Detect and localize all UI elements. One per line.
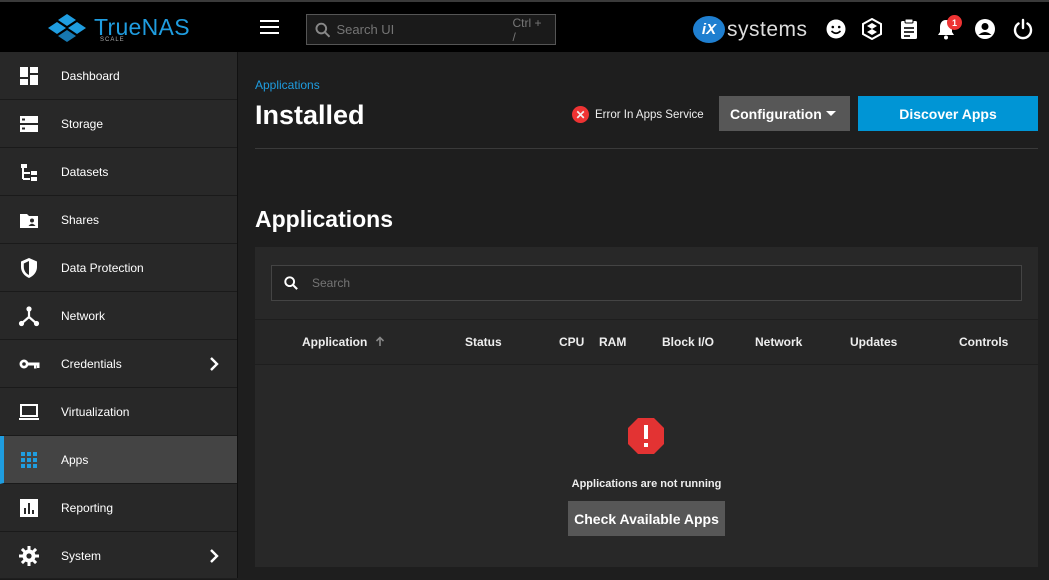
check-available-apps-button[interactable]: Check Available Apps: [568, 501, 725, 536]
page-title: Installed: [255, 100, 365, 130]
power-icon[interactable]: [1012, 18, 1034, 40]
breadcrumb[interactable]: Applications: [255, 78, 320, 92]
sort-arrow-up-icon: [375, 336, 384, 346]
column-header-network[interactable]: Network: [755, 335, 802, 349]
truecommand-icon[interactable]: [861, 18, 883, 40]
search-shortcut: Ctrl + /: [512, 15, 542, 44]
main-content: Applications Installed ✕ Error In Apps S…: [238, 52, 1049, 578]
sidebar-item-storage[interactable]: Storage: [0, 100, 237, 148]
gear-icon: [19, 545, 39, 566]
empty-state-message: Applications are not running: [571, 478, 722, 490]
truenas-logo-icon: [48, 14, 86, 42]
column-header-updates[interactable]: Updates: [850, 335, 897, 349]
column-header-controls[interactable]: Controls: [959, 335, 1008, 349]
sidebar: Dashboard Storage Datasets Shares Data P…: [0, 52, 238, 580]
ix-wordmark: systems: [727, 17, 808, 41]
sidebar-item-credentials[interactable]: Credentials: [0, 340, 237, 388]
sidebar-item-data-protection[interactable]: Data Protection: [0, 244, 237, 292]
dashboard-icon: [20, 66, 38, 85]
table-search[interactable]: [271, 265, 1022, 301]
error-octagon-icon: [628, 418, 664, 454]
global-search[interactable]: Ctrl + /: [306, 14, 556, 45]
sidebar-item-label: Shares: [61, 212, 100, 227]
tasks-clipboard-icon[interactable]: [898, 18, 920, 40]
sidebar-item-label: Virtualization: [61, 404, 130, 419]
configuration-label: Configuration: [730, 105, 822, 122]
logo-edition: SCALE: [100, 37, 125, 43]
feedback-icon[interactable]: [825, 18, 847, 40]
sidebar-item-label: Credentials: [61, 356, 122, 371]
ixsystems-logo[interactable]: iX systems: [693, 16, 808, 43]
datasets-icon: [21, 163, 37, 181]
column-label: Application: [302, 335, 368, 349]
status-text: Error In Apps Service: [595, 108, 704, 121]
key-icon: [19, 359, 40, 368]
sidebar-item-datasets[interactable]: Datasets: [0, 148, 237, 196]
sidebar-item-label: Dashboard: [61, 68, 120, 83]
reporting-icon: [20, 498, 38, 517]
sidebar-item-label: Apps: [61, 452, 89, 467]
chevron-right-icon[interactable]: [209, 356, 219, 372]
sidebar-item-system[interactable]: System: [0, 532, 237, 580]
notification-badge: 1: [947, 15, 962, 30]
table-search-input[interactable]: [312, 276, 1021, 290]
column-header-block-io[interactable]: Block I/O: [662, 335, 714, 349]
sidebar-item-virtualization[interactable]: Virtualization: [0, 388, 237, 436]
applications-card: Application Status CPU RAM Block I/O Net…: [255, 247, 1038, 567]
network-icon: [18, 305, 40, 326]
header-divider: [255, 148, 1038, 149]
sidebar-item-dashboard[interactable]: Dashboard: [0, 52, 237, 100]
chevron-right-icon[interactable]: [209, 548, 219, 564]
error-x-icon: ✕: [572, 106, 589, 123]
sidebar-item-label: Storage: [61, 116, 104, 131]
column-header-ram[interactable]: RAM: [599, 335, 626, 349]
sidebar-item-label: Network: [61, 308, 106, 323]
sidebar-item-network[interactable]: Network: [0, 292, 237, 340]
column-header-cpu[interactable]: CPU: [559, 335, 584, 349]
menu-icon[interactable]: [260, 20, 279, 34]
apps-service-status: ✕ Error In Apps Service: [572, 106, 704, 123]
laptop-icon: [19, 403, 39, 420]
shield-icon: [21, 257, 37, 278]
search-icon: [315, 22, 331, 37]
sidebar-item-apps[interactable]: Apps: [0, 436, 237, 484]
apps-grid-icon: [21, 451, 37, 468]
storage-icon: [20, 115, 38, 132]
section-title: Applications: [255, 206, 394, 232]
search-icon: [284, 276, 298, 290]
sidebar-item-label: System: [61, 548, 102, 563]
caret-down-icon: [826, 111, 836, 116]
shares-icon: [20, 213, 38, 228]
discover-apps-button[interactable]: Discover Apps: [858, 96, 1038, 131]
table-header: Application Status CPU RAM Block I/O Net…: [255, 319, 1038, 365]
sidebar-item-shares[interactable]: Shares: [0, 196, 237, 244]
configuration-button[interactable]: Configuration: [719, 96, 850, 131]
sidebar-item-label: Datasets: [61, 164, 109, 179]
column-header-status[interactable]: Status: [465, 335, 502, 349]
truenas-logo[interactable]: TrueNAS SCALE: [46, 12, 190, 43]
ix-mark: iX: [693, 16, 725, 43]
account-icon[interactable]: [974, 18, 996, 40]
column-header-application[interactable]: Application: [302, 335, 385, 349]
sidebar-item-label: Data Protection: [61, 260, 144, 275]
global-search-input[interactable]: [336, 22, 513, 37]
top-bar: TrueNAS SCALE Ctrl + / iX systems 1: [0, 0, 1049, 52]
sidebar-item-reporting[interactable]: Reporting: [0, 484, 237, 532]
sidebar-item-label: Reporting: [61, 500, 114, 515]
